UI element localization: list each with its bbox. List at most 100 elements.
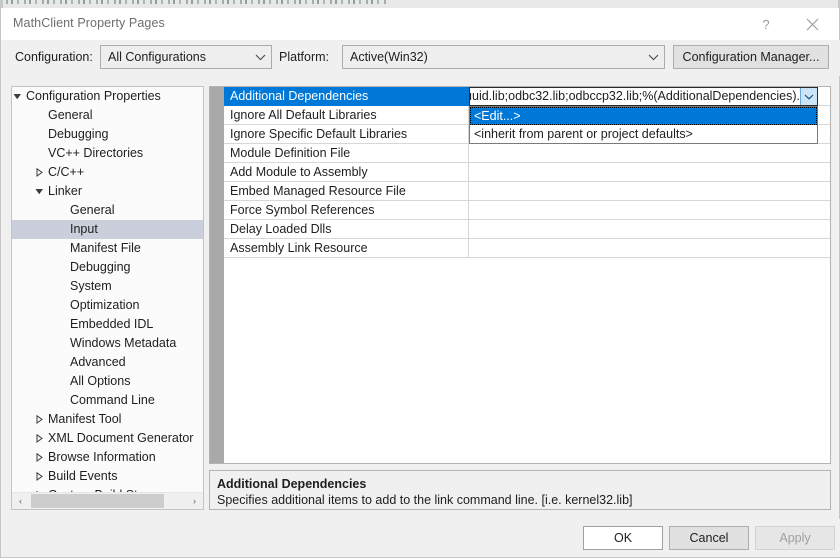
tree-item-label: Embedded IDL [70,317,154,331]
tree-item-c-c[interactable]: C/C++ [12,163,203,182]
platform-label: Platform: [279,50,330,64]
tree-item-embedded-idl[interactable]: Embedded IDL [12,315,203,334]
property-name: Force Symbol References [224,201,469,220]
chevron-down-icon [804,94,814,100]
title-bar: MathClient Property Pages ? [1,8,839,40]
property-value[interactable] [469,144,830,163]
chevron-right-icon[interactable] [33,467,46,486]
configuration-select[interactable]: All Configurations [100,45,272,69]
table-row[interactable]: Add Module to Assembly [224,163,830,182]
chevron-right-icon[interactable] [33,448,46,467]
table-row[interactable]: Delay Loaded Dlls [224,220,830,239]
tree-horizontal-scrollbar[interactable]: ‹ › [12,492,203,509]
apply-button[interactable]: Apply [755,526,835,550]
tree-item-general[interactable]: General [12,106,203,125]
tree-item-manifest-tool[interactable]: Manifest Tool [12,410,203,429]
property-pane: Additional Dependencies Ignore All Defaul… [209,86,831,510]
dropdown-toggle-button[interactable] [800,88,817,105]
tree-item-label: Windows Metadata [70,336,177,350]
tree-item-command-line[interactable]: Command Line [12,391,203,410]
table-row[interactable]: Embed Managed Resource File [224,182,830,201]
tree-item-advanced[interactable]: Advanced [12,353,203,372]
close-button[interactable] [791,8,833,40]
property-tree[interactable]: Configuration Properties General Debugging… [12,87,203,492]
property-value[interactable] [469,182,830,201]
tree-item-general[interactable]: General [12,201,203,220]
property-name: Module Definition File [224,144,469,163]
property-value[interactable] [469,220,830,239]
tree-item-windows-metadata[interactable]: Windows Metadata [12,334,203,353]
configuration-manager-button[interactable]: Configuration Manager... [673,45,829,69]
ok-button[interactable]: OK [583,526,663,550]
tree-item-label: Debugging [48,127,109,141]
tree-item-label: System [70,279,112,293]
chevron-right-icon[interactable] [33,163,46,182]
cancel-button[interactable]: Cancel [669,526,749,550]
editor-dropdown-list[interactable]: <Edit...> <inherit from parent or project… [469,106,818,144]
tree-item-label: Debugging [70,260,131,274]
property-value[interactable] [469,201,830,220]
chevron-down-icon[interactable] [33,182,46,201]
description-pane: Additional Dependencies Specifies additi… [209,470,831,510]
tree-item-manifest-file[interactable]: Manifest File [12,239,203,258]
description-title: Additional Dependencies [217,477,367,491]
tree-item-configuration-properties[interactable]: Configuration Properties [12,87,203,106]
dropdown-option[interactable]: <Edit...> [470,107,817,125]
table-row[interactable]: Force Symbol References [224,201,830,220]
tree-item-label: Advanced [70,355,126,369]
chevron-right-icon[interactable] [33,410,46,429]
scrollbar-thumb[interactable] [31,494,164,508]
grid-gutter [210,87,224,463]
help-button[interactable]: ? [745,8,787,40]
dropdown-option[interactable]: <inherit from parent or project defaults… [470,125,817,143]
tree-item-all-options[interactable]: All Options [12,372,203,391]
scroll-right-button[interactable]: › [186,493,203,509]
platform-select[interactable]: Active(Win32) [342,45,665,69]
property-pages-dialog: MathClient Property Pages ? Configuratio… [0,8,840,558]
scroll-left-button[interactable]: ‹ [12,493,29,509]
additional-dependencies-value: .lib;uuid.lib;odbc32.lib;odbccp32.lib;%(… [470,89,800,103]
tree-item-label: Command Line [70,393,155,407]
property-grid[interactable]: Additional Dependencies Ignore All Defaul… [209,86,831,464]
table-row[interactable]: Module Definition File [224,144,830,163]
chevron-down-icon [642,46,664,68]
tree-item-label: VC++ Directories [48,146,144,160]
property-value[interactable] [469,163,830,182]
tree-item-input[interactable]: Input [12,220,203,239]
chevron-down-icon [249,46,271,68]
tree-item-system[interactable]: System [12,277,203,296]
tree-item-label: General [48,108,93,122]
tree-item-xml-document-generator[interactable]: XML Document Generator [12,429,203,448]
property-tree-panel: Configuration Properties General Debugging… [11,86,204,510]
chevron-down-icon[interactable] [12,87,24,106]
tree-item-vc-directories[interactable]: VC++ Directories [12,144,203,163]
tree-item-label: Input [70,222,98,236]
property-name: Additional Dependencies [224,87,469,106]
property-value[interactable] [469,239,830,258]
configuration-label: Configuration: [15,50,93,64]
page-title: MathClient Property Pages [13,16,165,30]
desktop-background [0,0,840,8]
property-name: Embed Managed Resource File [224,182,469,201]
dialog-footer: OK Cancel Apply [1,519,840,557]
dialog-body: Configuration Properties General Debugging… [1,76,840,520]
property-name: Ignore Specific Default Libraries [224,125,469,144]
tree-item-label: General [70,203,115,217]
tree-item-build-events[interactable]: Build Events [12,467,203,486]
help-icon: ? [762,16,770,32]
chevron-right-icon[interactable] [33,429,46,448]
additional-dependencies-editor[interactable]: .lib;uuid.lib;odbc32.lib;odbccp32.lib;%(… [469,87,818,106]
tree-item-browse-information[interactable]: Browse Information [12,448,203,467]
tree-item-optimization[interactable]: Optimization [12,296,203,315]
tree-item-label: All Options [70,374,131,388]
configuration-bar: Configuration: All Configurations Platfo… [1,40,840,76]
desktop-noise [6,0,386,4]
tree-item-debugging[interactable]: Debugging [12,258,203,277]
tree-item-debugging[interactable]: Debugging [12,125,203,144]
configuration-value: All Configurations [108,50,206,64]
property-name: Delay Loaded Dlls [224,220,469,239]
tree-item-linker[interactable]: Linker [12,182,203,201]
table-row[interactable]: Assembly Link Resource [224,239,830,258]
description-text: Specifies additional items to add to the… [217,493,633,507]
tree-item-label: Optimization [70,298,140,312]
